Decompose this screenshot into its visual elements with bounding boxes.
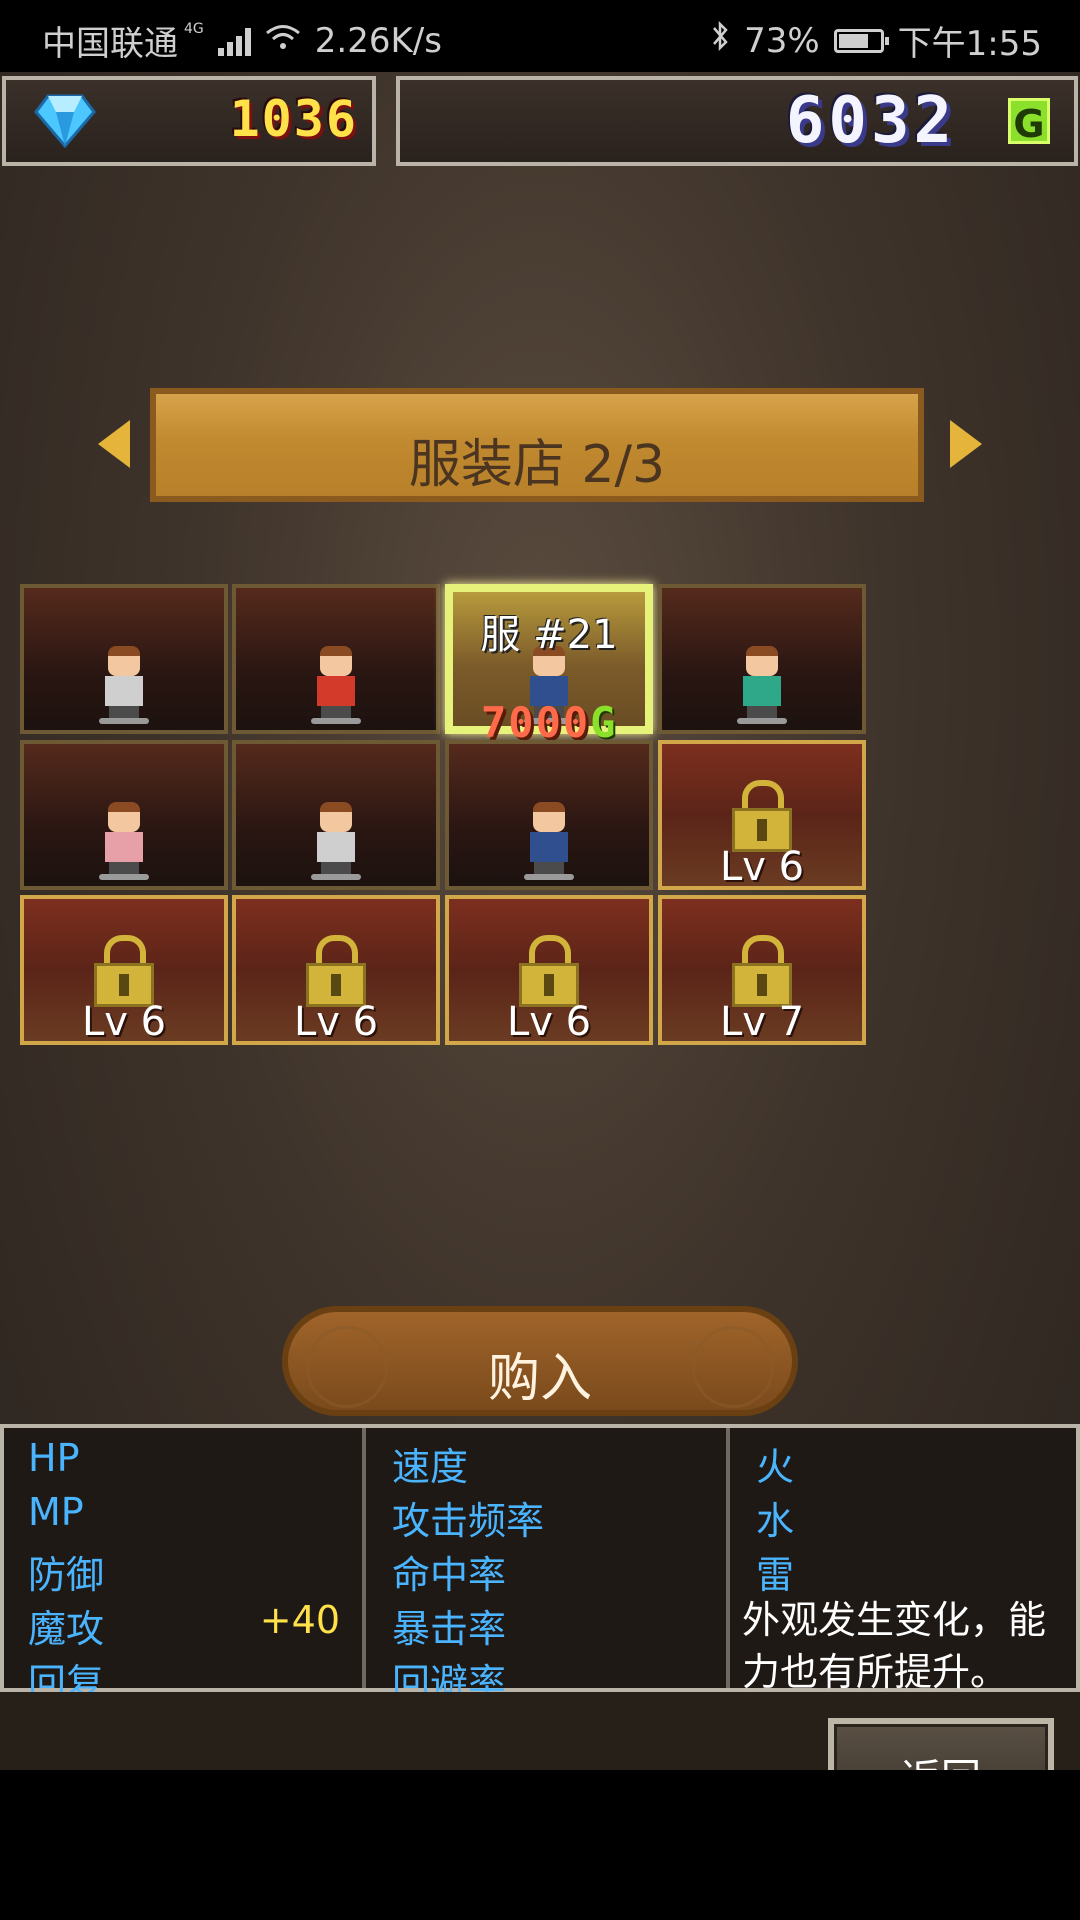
costume-slot[interactable] — [445, 740, 653, 890]
system-nav-area — [0, 1770, 1080, 1920]
character-sprite-icon — [311, 802, 361, 880]
stat-label: HP — [28, 1436, 80, 1480]
carrier-name: 中国联通 — [42, 24, 178, 64]
status-left: 中国联通 4G 2.26K/s — [42, 16, 442, 65]
locked-costume-slot[interactable]: Lv 6 — [20, 895, 228, 1045]
stat-label: 防御 — [28, 1553, 105, 1597]
network-type: 4G — [184, 20, 204, 37]
prev-page-arrow[interactable] — [98, 420, 130, 468]
stats-panel: HP MP 防御 魔攻 +40 回复 速度 攻击频率 命中率 暴击率 回避率 外观发生变化，能力也… — [0, 1424, 1080, 1705]
wifi-icon — [265, 21, 301, 61]
padlock-icon — [519, 935, 579, 1009]
bluetooth-icon — [710, 20, 730, 61]
padlock-icon — [732, 780, 792, 854]
costume-slot[interactable] — [658, 584, 866, 734]
stat-label: 速度 — [392, 1445, 469, 1489]
shop-title: 服装店 2/3 — [408, 435, 666, 495]
character-sprite-icon — [524, 802, 574, 880]
selected-costume-name: 服 #21 — [480, 612, 618, 658]
unlock-level: Lv 6 — [719, 844, 805, 890]
battery-icon — [833, 28, 889, 53]
status-right: 73% 下午1:55 — [710, 16, 1042, 65]
character-sprite-icon — [737, 646, 787, 724]
diamond-icon — [34, 94, 96, 148]
buy-button[interactable]: 购入 — [282, 1306, 798, 1416]
costume-slot[interactable] — [232, 740, 440, 890]
stats-column-basic: HP MP 防御 魔攻 +40 回复 — [4, 1428, 362, 1705]
element-label: 火 — [756, 1445, 795, 1489]
locked-costume-slot[interactable]: Lv 7 — [658, 895, 866, 1045]
item-description: 外观发生变化，能力也有所提升。 — [742, 1598, 1047, 1694]
next-page-arrow[interactable] — [950, 420, 982, 468]
character-sprite-icon — [311, 646, 361, 724]
unlock-level: Lv 6 — [506, 999, 592, 1045]
padlock-icon — [94, 935, 154, 1009]
buy-label: 购入 — [487, 1349, 592, 1409]
locked-costume-slot[interactable]: Lv 6 — [445, 895, 653, 1045]
unlock-level: Lv 6 — [81, 999, 167, 1045]
costume-slot[interactable]: 服 #21 7000G — [445, 584, 653, 747]
padlock-icon — [306, 935, 366, 1009]
character-sprite-icon — [99, 802, 149, 880]
stat-label: 暴击率 — [392, 1607, 507, 1651]
element-label: 水 — [756, 1499, 795, 1543]
stat-value: +40 — [259, 1598, 340, 1642]
status-bar: 中国联通 4G 2.26K/s 73% 下午1:55 — [0, 0, 1080, 72]
shop-title-plate: 服装店 2/3 — [150, 388, 924, 502]
stat-label: 魔攻 — [28, 1607, 105, 1651]
stats-column-element: 外观发生变化，能力也有所提升。 火水雷 — [726, 1428, 1080, 1694]
stat-label: 命中率 — [392, 1553, 507, 1597]
gem-counter: 1036 — [2, 76, 376, 166]
gold-counter: 6032 G — [396, 76, 1078, 166]
stat-label: 攻击频率 — [392, 1499, 545, 1543]
unlock-level: Lv 7 — [719, 999, 805, 1045]
costume-slot[interactable] — [20, 740, 228, 890]
gold-coin-icon: G — [1008, 98, 1050, 146]
character-sprite-icon — [99, 646, 149, 724]
gold-amount: 6032 — [785, 84, 956, 158]
game-screen: 1036 6032 G 服装店 2/3 服 #21 7000G Lv 6 Lv 6 Lv… — [0, 72, 1080, 1842]
costume-slot[interactable] — [232, 584, 440, 734]
clock-time: 下午1:55 — [897, 24, 1042, 64]
network-speed: 2.26K/s — [314, 20, 442, 61]
battery-percent: 73% — [744, 20, 820, 61]
unlock-level: Lv 6 — [293, 999, 379, 1045]
element-label: 雷 — [756, 1553, 795, 1597]
stats-column-combat: 速度 攻击频率 命中率 暴击率 回避率 — [362, 1428, 730, 1705]
gems-amount: 1036 — [229, 90, 358, 148]
signal-icon — [217, 26, 251, 56]
padlock-icon — [732, 935, 792, 1009]
stat-label: MP — [28, 1490, 84, 1534]
costume-slot[interactable] — [20, 584, 228, 734]
locked-costume-slot[interactable]: Lv 6 — [232, 895, 440, 1045]
battery-fill — [838, 33, 868, 48]
locked-costume-slot[interactable]: Lv 6 — [658, 740, 866, 890]
